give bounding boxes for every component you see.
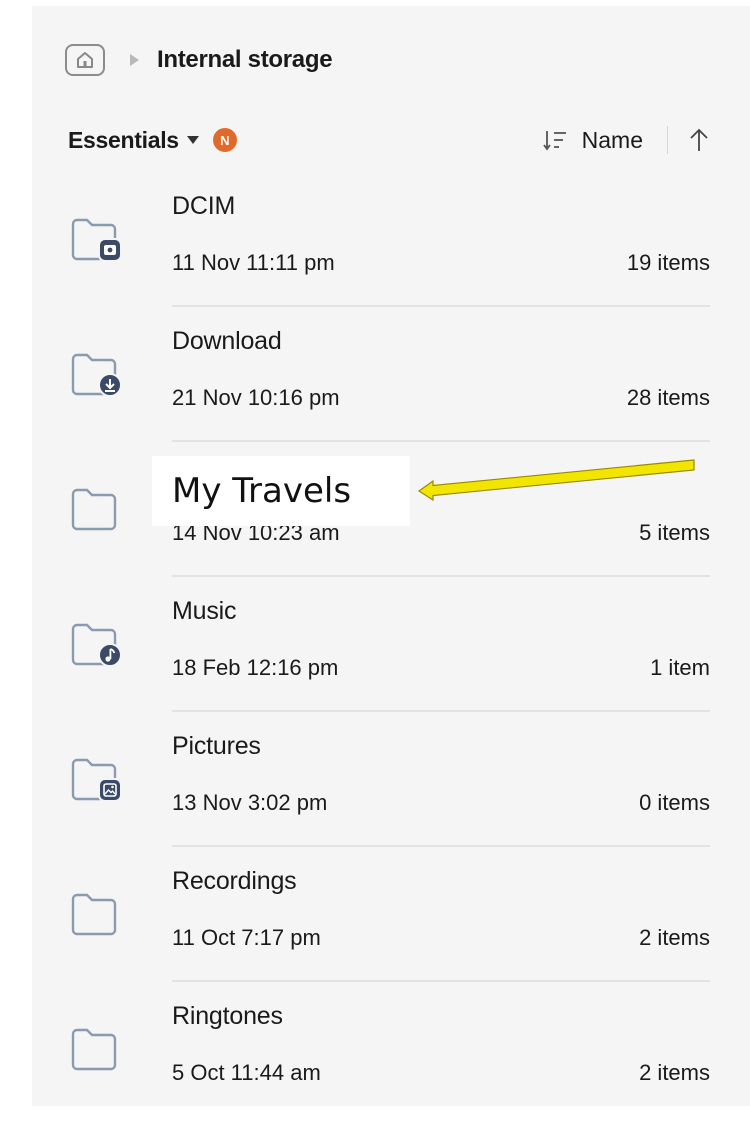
folder-image-icon bbox=[71, 758, 122, 802]
folder-row-ringtones[interactable]: Ringtones 5 Oct 11:44 am 2 items bbox=[0, 982, 750, 1117]
folder-row-recordings[interactable]: Recordings 11 Oct 7:17 pm 2 items bbox=[0, 847, 750, 982]
folder-icon bbox=[71, 488, 117, 531]
folder-item-count: 28 items bbox=[626, 385, 710, 410]
sort-by-name-button[interactable]: Name bbox=[542, 127, 643, 154]
breadcrumb-arrow-icon bbox=[130, 54, 139, 66]
annotation-label: My Travels bbox=[152, 456, 410, 526]
folder-item-count: 0 items bbox=[639, 790, 710, 815]
folder-item-count: 19 items bbox=[626, 250, 710, 275]
essentials-label: Essentials bbox=[68, 126, 179, 153]
folder-name: DCIM bbox=[172, 192, 236, 220]
header-divider bbox=[667, 126, 668, 154]
folder-row-music[interactable]: Music 18 Feb 12:16 pm 1 item bbox=[0, 577, 750, 712]
folder-date: 18 Feb 12:16 pm bbox=[172, 655, 339, 680]
folder-row-dcim[interactable]: DCIM 11 Nov 11:11 pm 19 items bbox=[0, 172, 750, 307]
breadcrumb: Internal storage bbox=[65, 40, 333, 80]
folder-download-icon bbox=[71, 353, 122, 397]
folder-name: Music bbox=[172, 597, 237, 625]
home-icon bbox=[77, 52, 93, 68]
folder-row-download[interactable]: Download 21 Nov 10:16 pm 28 items bbox=[0, 307, 750, 442]
folder-date: 11 Oct 7:17 pm bbox=[172, 925, 321, 950]
essentials-dropdown[interactable]: Essentials bbox=[68, 127, 199, 154]
folder-icon bbox=[71, 1028, 117, 1071]
folder-date: 13 Nov 3:02 pm bbox=[172, 790, 328, 815]
dropdown-triangle-icon bbox=[186, 136, 199, 144]
sort-label: Name bbox=[581, 126, 643, 153]
folder-name: Recordings bbox=[172, 867, 297, 895]
folder-date: 21 Nov 10:16 pm bbox=[172, 385, 340, 410]
list-header: Essentials N Name bbox=[68, 120, 710, 160]
folder-item-count: 5 items bbox=[639, 520, 710, 545]
folder-row-pictures[interactable]: Pictures 13 Nov 3:02 pm 0 items bbox=[0, 712, 750, 847]
home-button[interactable] bbox=[65, 44, 105, 76]
folder-icon bbox=[71, 893, 117, 936]
folder-item-count: 2 items bbox=[639, 925, 710, 950]
folder-name: Ringtones bbox=[172, 1002, 283, 1030]
folder-date: 11 Nov 11:11 pm bbox=[172, 250, 335, 275]
breadcrumb-internal-storage[interactable]: Internal storage bbox=[157, 46, 333, 74]
new-badge: N bbox=[212, 128, 237, 152]
folder-item-count: 2 items bbox=[639, 1060, 710, 1085]
folder-name: Download bbox=[172, 327, 282, 355]
folder-item-count: 1 item bbox=[650, 655, 710, 680]
folder-list: DCIM 11 Nov 11:11 pm 19 items Download 2… bbox=[0, 172, 750, 1117]
sort-lines-icon bbox=[542, 131, 566, 151]
folder-camera-icon bbox=[71, 218, 122, 262]
folder-name: Pictures bbox=[172, 732, 261, 760]
folder-date: 5 Oct 11:44 am bbox=[172, 1060, 321, 1085]
folder-music-icon bbox=[71, 623, 122, 667]
arrow-up-icon[interactable] bbox=[688, 127, 710, 153]
